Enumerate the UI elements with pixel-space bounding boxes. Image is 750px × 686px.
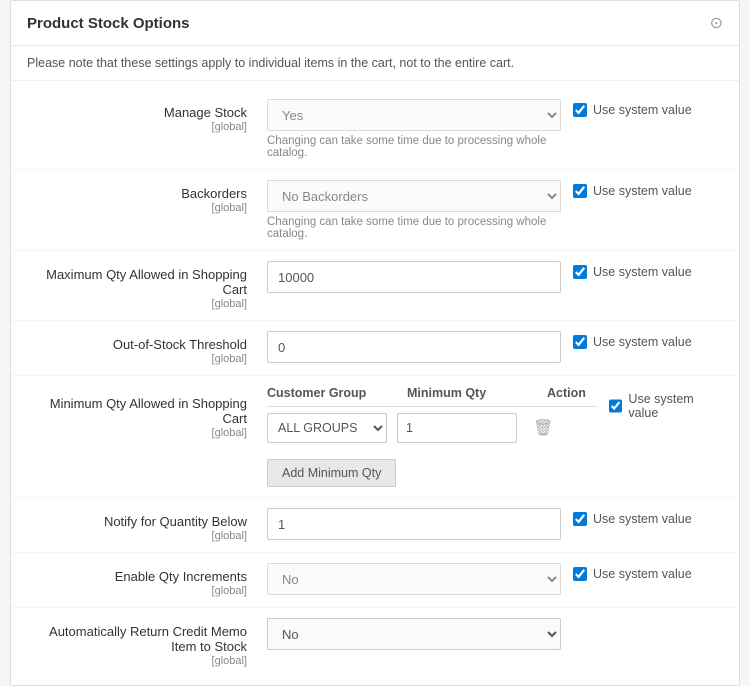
notify-below-input[interactable]	[267, 508, 561, 540]
manage-stock-row: Manage Stock [global] Yes Changing can t…	[11, 89, 739, 170]
backorders-system-label[interactable]: Use system value	[573, 184, 692, 198]
min-qty-label-col: Minimum Qty Allowed in Shopping Cart [gl…	[27, 386, 267, 439]
max-qty-system-col: Use system value	[573, 261, 723, 279]
auto-return-label: Automatically Return Credit Memo Item to…	[49, 624, 247, 654]
panel-header: Product Stock Options ⊙	[11, 1, 739, 46]
out-of-stock-label-col: Out-of-Stock Threshold [global]	[27, 331, 267, 365]
backorders-global: [global]	[27, 202, 247, 214]
min-qty-table-header: Customer Group Minimum Qty Action	[267, 386, 597, 407]
max-qty-input[interactable]	[267, 261, 561, 293]
manage-stock-input-col: Yes Changing can take some time due to p…	[267, 99, 573, 159]
min-qty-group-select[interactable]: ALL GROUPS	[267, 413, 387, 443]
min-qty-col-action-header: Action	[547, 386, 597, 400]
auto-return-label-col: Automatically Return Credit Memo Item to…	[27, 618, 267, 667]
min-qty-data-row: ALL GROUPS 🗑	[267, 413, 597, 443]
enable-qty-increments-global: [global]	[27, 585, 247, 597]
backorders-input-col: No Backorders Changing can take some tim…	[267, 180, 573, 240]
out-of-stock-system-col: Use system value	[573, 331, 723, 349]
notify-below-label-col: Notify for Quantity Below [global]	[27, 508, 267, 542]
min-qty-system-col: Use system value	[609, 386, 723, 420]
enable-qty-increments-label-col: Enable Qty Increments [global]	[27, 563, 267, 597]
out-of-stock-row: Out-of-Stock Threshold [global] Use syst…	[11, 321, 739, 376]
backorders-label-col: Backorders [global]	[27, 180, 267, 214]
add-min-qty-container: Add Minimum Qty	[267, 451, 597, 487]
min-qty-label: Minimum Qty Allowed in Shopping Cart	[50, 396, 247, 426]
max-qty-row: Maximum Qty Allowed in Shopping Cart [gl…	[11, 251, 739, 321]
notify-below-global: [global]	[27, 530, 247, 542]
min-qty-qty-input[interactable]	[397, 413, 517, 443]
auto-return-input-col: No	[267, 618, 573, 650]
auto-return-global: [global]	[27, 655, 247, 667]
backorders-hint: Changing can take some time due to proce…	[267, 216, 561, 240]
collapse-icon[interactable]: ⊙	[710, 13, 723, 33]
min-qty-system-label[interactable]: Use system value	[609, 392, 723, 420]
out-of-stock-input[interactable]	[267, 331, 561, 363]
min-qty-table: Customer Group Minimum Qty Action ALL GR…	[267, 386, 597, 487]
out-of-stock-global: [global]	[27, 353, 247, 365]
manage-stock-hint: Changing can take some time due to proce…	[267, 135, 561, 159]
enable-qty-increments-row: Enable Qty Increments [global] No Use sy…	[11, 553, 739, 608]
max-qty-label: Maximum Qty Allowed in Shopping Cart	[46, 267, 247, 297]
notify-below-row: Notify for Quantity Below [global] Use s…	[11, 498, 739, 553]
min-qty-delete-button[interactable]: 🗑	[527, 416, 559, 440]
min-qty-global: [global]	[27, 427, 247, 439]
auto-return-select[interactable]: No	[267, 618, 561, 650]
out-of-stock-label: Out-of-Stock Threshold	[113, 337, 247, 352]
auto-return-row: Automatically Return Credit Memo Item to…	[11, 608, 739, 677]
backorders-system-checkbox[interactable]	[573, 184, 587, 198]
enable-qty-increments-label: Enable Qty Increments	[115, 569, 247, 584]
notify-below-label: Notify for Quantity Below	[104, 514, 247, 529]
max-qty-system-checkbox[interactable]	[573, 265, 587, 279]
manage-stock-select[interactable]: Yes	[267, 99, 561, 131]
enable-qty-increments-system-checkbox[interactable]	[573, 567, 587, 581]
out-of-stock-system-checkbox[interactable]	[573, 335, 587, 349]
enable-qty-increments-system-label[interactable]: Use system value	[573, 567, 692, 581]
max-qty-system-label[interactable]: Use system value	[573, 265, 692, 279]
min-qty-col-group-header: Customer Group	[267, 386, 397, 400]
notify-below-system-label[interactable]: Use system value	[573, 512, 692, 526]
backorders-system-col: Use system value	[573, 180, 723, 198]
min-qty-input-col: Customer Group Minimum Qty Action ALL GR…	[267, 386, 609, 487]
min-qty-system-checkbox[interactable]	[609, 399, 622, 413]
min-qty-row: Minimum Qty Allowed in Shopping Cart [gl…	[11, 376, 739, 498]
notify-below-system-checkbox[interactable]	[573, 512, 587, 526]
backorders-row: Backorders [global] No Backorders Changi…	[11, 170, 739, 251]
panel-note: Please note that these settings apply to…	[11, 46, 739, 81]
manage-stock-label: Manage Stock	[164, 105, 247, 120]
max-qty-global: [global]	[27, 298, 247, 310]
panel-title: Product Stock Options	[27, 15, 190, 32]
manage-stock-system-checkbox[interactable]	[573, 103, 587, 117]
out-of-stock-system-label[interactable]: Use system value	[573, 335, 692, 349]
notify-below-input-col	[267, 508, 573, 540]
manage-stock-label-col: Manage Stock [global]	[27, 99, 267, 133]
backorders-label: Backorders	[181, 186, 247, 201]
form-body: Manage Stock [global] Yes Changing can t…	[11, 81, 739, 685]
min-qty-col-minqty-header: Minimum Qty	[407, 386, 537, 400]
max-qty-input-col	[267, 261, 573, 293]
product-stock-options-panel: Product Stock Options ⊙ Please note that…	[10, 0, 740, 686]
enable-qty-increments-system-col: Use system value	[573, 563, 723, 581]
out-of-stock-input-col	[267, 331, 573, 363]
manage-stock-system-label[interactable]: Use system value	[573, 103, 692, 117]
notify-below-system-col: Use system value	[573, 508, 723, 526]
max-qty-label-col: Maximum Qty Allowed in Shopping Cart [gl…	[27, 261, 267, 310]
backorders-select[interactable]: No Backorders	[267, 180, 561, 212]
manage-stock-system-col: Use system value	[573, 99, 723, 117]
auto-return-system-col	[573, 618, 723, 622]
add-min-qty-button[interactable]: Add Minimum Qty	[267, 459, 396, 487]
manage-stock-global: [global]	[27, 121, 247, 133]
